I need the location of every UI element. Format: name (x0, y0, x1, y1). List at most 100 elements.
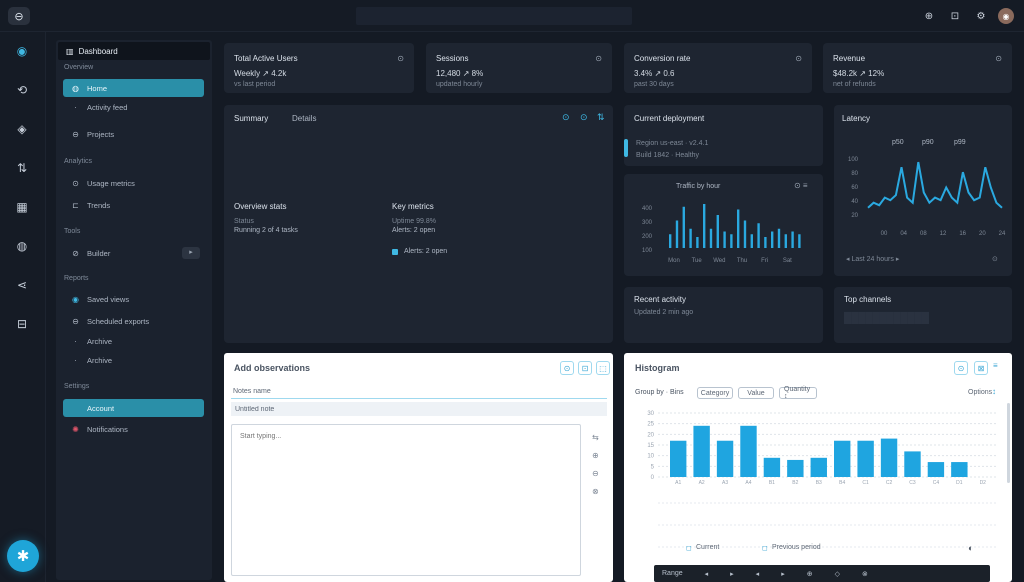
theme-toggle-icon[interactable]: ◐ (968, 543, 973, 553)
notes-clear-icon[interactable]: ⊗ (592, 487, 599, 496)
alert-dot-icon (392, 249, 398, 255)
kpi-card-sessions[interactable]: Sessions ⊙ 12,480 ↗ 8% updated hourly (426, 43, 612, 93)
histogram-bar (880, 438, 898, 477)
sidebar-item-label: Home (87, 83, 108, 93)
notes-add-icon[interactable]: ⊕ (592, 451, 599, 460)
recent-activity-card[interactable]: Recent activity Updated 2 min ago (624, 287, 823, 343)
sort-icon[interactable]: ⇅ (13, 159, 31, 177)
summary-settings-icon[interactable]: ⊙ (580, 112, 588, 123)
next-icon[interactable]: ▸ (730, 570, 734, 578)
latency-series-line (867, 161, 1003, 209)
notes-field-label: Notes name (233, 388, 271, 395)
status-value: Running 2 of 4 tasks (234, 227, 298, 234)
notes-copy-icon[interactable]: ⊡ (578, 361, 592, 375)
archive-sub-nav-icon: · (74, 355, 77, 365)
prev-icon[interactable]: ◂ (705, 570, 709, 578)
kpi-card-revenue[interactable]: Revenue ⊙ $48.2k ↗ 12% net of refunds (823, 43, 1012, 93)
archive-nav-icon: · (74, 336, 77, 346)
histogram-x-tick: B3 (816, 480, 822, 486)
kpi-value: 12,480 ↗ 8% (436, 69, 484, 78)
sidebar-header[interactable]: ▥ Dashboard (58, 42, 210, 60)
step-back-icon[interactable]: ◂ (756, 570, 760, 578)
latency-card: Latency p50 p90 p99 100 80 60 40 20 00 04 08 12 1… (834, 105, 1012, 276)
summary-refresh-icon[interactable]: ⊙ (562, 112, 570, 123)
builder-nav-icon: ⊘ (72, 248, 79, 258)
step-forward-icon[interactable]: ▸ (781, 570, 785, 578)
sidebar-item-notifications[interactable]: ✺ Notifications (63, 420, 204, 438)
sidebar-item-builder[interactable]: ⊘ Builder ▸ (63, 244, 204, 262)
alerts-label: Alerts: 2 open (392, 227, 436, 234)
assistant-fab-button[interactable]: ✱ (7, 540, 39, 572)
deployment-title: Current deployment (634, 114, 705, 123)
mini-chart-bar (743, 220, 747, 248)
mini-chart-bar (777, 228, 781, 248)
kpi-card-active-users[interactable]: Total Active Users ⊙ Weekly ↗ 4.2k vs la… (224, 43, 414, 93)
summary-sort-icon[interactable]: ⇅ (597, 112, 605, 123)
top-channels-card[interactable]: Top channels ████████████ (834, 287, 1012, 343)
sidebar-item-home[interactable]: ◍ Home (63, 79, 204, 97)
sidebar-item-activity[interactable]: · Activity feed (63, 98, 204, 116)
sidebar-item-account[interactable]: Account (63, 399, 204, 417)
histogram-bar (927, 462, 945, 477)
app-logo-button[interactable]: ⊖ (8, 7, 30, 25)
latency-range-label[interactable]: ◂ Last 24 hours ▸ (846, 255, 899, 263)
kpi-card-conversion[interactable]: Conversion rate ⊙ 3.4% ↗ 0.6 past 30 day… (624, 43, 812, 93)
histogram-x-tick: C3 (909, 480, 916, 486)
histogram-bar (693, 425, 710, 477)
sidebar-section-label: Analytics (64, 158, 93, 165)
summary-card: Summary Details ⊙ ⊙ ⇅ Overview stats Sta… (224, 105, 613, 343)
deployment-info-card[interactable]: Current deployment Region us-east · v2.4… (624, 105, 823, 166)
notes-remove-icon[interactable]: ⊖ (592, 469, 599, 478)
top-bar: ⊖ ⊕ ⊡ ⚙ ◉ (0, 0, 1024, 32)
notes-swap-icon[interactable]: ⇆ (592, 433, 599, 442)
home-nav-icon: ◍ (72, 83, 79, 93)
layout-icon[interactable]: ⊡ (946, 8, 964, 24)
sidebar-item-scheduled-exports[interactable]: ⊖ Scheduled exports (63, 312, 204, 330)
kpi-info-icon[interactable]: ⊙ (995, 54, 1002, 63)
sidebar-item-projects[interactable]: ⊖ Projects (63, 125, 204, 143)
layers-icon[interactable]: ◈ (13, 120, 31, 138)
grid-icon[interactable]: ▦ (13, 198, 31, 216)
histogram-bar (716, 440, 734, 477)
notes-textarea[interactable] (231, 424, 581, 576)
histogram-scrollbar[interactable] (1007, 403, 1010, 483)
key-metrics-title: Key metrics (392, 202, 434, 211)
sidebar-item-archive[interactable]: · Archive (63, 332, 204, 350)
sidebar-item-label: Archive (87, 355, 113, 365)
latency-y-tick: 60 (851, 185, 858, 191)
share-icon[interactable]: ⋖ (13, 276, 31, 294)
add-widget-icon[interactable]: ⊕ (920, 8, 938, 24)
histogram-bar (834, 440, 851, 477)
dashboard-icon: ▥ (66, 46, 74, 56)
refresh-icon[interactable]: ⟲ (13, 81, 31, 99)
sidebar-item-saved-views[interactable]: ◉ Saved views (63, 290, 204, 308)
logout-icon[interactable]: ⊟ (13, 315, 31, 333)
notes-expand-icon[interactable]: ⬚ (596, 361, 610, 375)
tab-details[interactable]: Details (292, 114, 316, 123)
histogram-bar (904, 451, 921, 477)
zoom-in-icon[interactable]: ⊕ (807, 570, 813, 578)
reset-icon[interactable]: ◇ (835, 570, 840, 578)
kpi-info-icon[interactable]: ⊙ (795, 54, 802, 63)
close-range-icon[interactable]: ⊗ (862, 570, 868, 578)
expand-badge[interactable]: ▸ (182, 247, 200, 259)
apps-icon[interactable]: ◍ (13, 237, 31, 255)
sidebar-item-usage[interactable]: ⊙ Usage metrics (63, 174, 204, 192)
mini-chart-bar (757, 223, 760, 248)
notes-name-input[interactable] (231, 402, 607, 416)
settings-gear-icon[interactable]: ⚙ (972, 8, 990, 24)
legend-previous: Previous period (772, 544, 821, 551)
home-icon[interactable]: ◉ (13, 42, 31, 60)
global-search-input[interactable] (356, 7, 632, 25)
kpi-info-icon[interactable]: ⊙ (595, 54, 602, 63)
user-avatar[interactable]: ◉ (998, 8, 1014, 24)
sidebar-section-label: Overview (64, 64, 94, 71)
notes-refresh-icon[interactable]: ⊙ (560, 361, 574, 375)
traffic-chart-card: Traffic by hour ⊙ ≡ 400 300 200 100 Mon Tue We… (624, 174, 823, 276)
sidebar-item-trends[interactable]: ⊏ Trends (63, 196, 204, 214)
latency-options-icon[interactable]: ⊙ (992, 255, 998, 263)
tab-summary[interactable]: Summary (234, 114, 268, 123)
sidebar-item-archive-sub[interactable]: · Archive (63, 351, 204, 369)
sidebar-section-label: Tools (64, 228, 81, 235)
kpi-info-icon[interactable]: ⊙ (397, 54, 404, 63)
